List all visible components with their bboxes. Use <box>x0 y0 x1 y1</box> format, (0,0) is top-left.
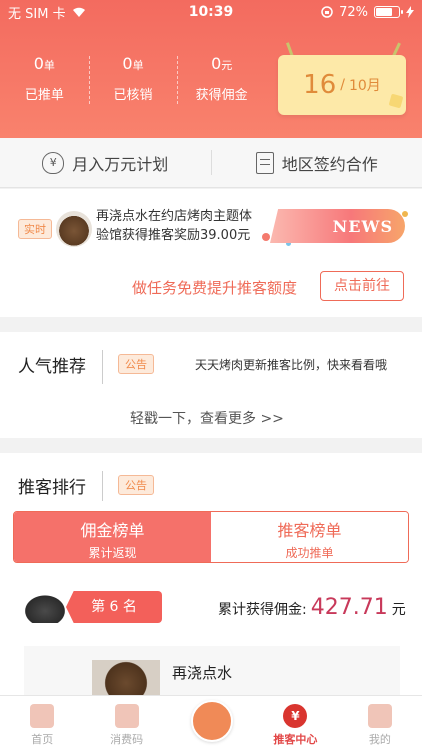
stat-unit: 单 <box>132 59 144 72</box>
earn-label: 累计获得佣金: <box>218 602 307 618</box>
earn-unit: 元 <box>391 602 406 618</box>
stat-commission[interactable]: 0元 获得佣金 <box>177 50 266 110</box>
tab-label: 消费码 <box>110 733 144 746</box>
user-name: 再浇点水 <box>172 664 233 682</box>
stat-pushed[interactable]: 0单 已推单 <box>0 50 89 110</box>
user-avatar <box>56 211 92 247</box>
stat-verified[interactable]: 0单 已核销 <box>88 50 178 110</box>
status-bar: 无 SIM 卡 10:39 72% <box>0 0 422 24</box>
decor-dot <box>262 233 270 241</box>
news-banner-text: NEWS <box>332 216 393 236</box>
tab-home[interactable]: 首页 <box>0 696 84 750</box>
battery-percent: 72% <box>339 4 368 20</box>
stat-unit: 单 <box>43 59 55 72</box>
stats-row: 0单 已推单 0单 已核销 0元 获得佣金 <box>0 50 266 110</box>
earn-amount: 427.71 <box>310 595 388 620</box>
carrier-label: 无 SIM 卡 <box>8 6 66 22</box>
tab-label: 首页 <box>31 733 54 746</box>
stat-label: 获得佣金 <box>195 88 248 103</box>
realtime-tag: 实时 <box>18 219 52 239</box>
wifi-icon <box>72 7 85 17</box>
date-separator: / <box>340 77 345 93</box>
decor-dot <box>402 211 408 217</box>
header-banner: 无 SIM 卡 10:39 72% 0单 已推单 0单 已核销 0元 获得佣金 … <box>0 0 422 138</box>
charging-icon <box>406 6 414 18</box>
date-month: 10月 <box>348 78 381 94</box>
tab-title: 佣金榜单 <box>80 521 145 540</box>
regional-contract-link[interactable]: 地区签约合作 <box>212 138 422 187</box>
monthly-plan-label: 月入万元计划 <box>72 154 169 174</box>
home-icon <box>30 704 55 728</box>
news-text[interactable]: 再浇点水在约店烤肉主题体验馆获得推客奖励39.00元 <box>96 207 256 245</box>
total-earnings: 累计获得佣金: 427.71 元 <box>218 595 406 620</box>
tab-subtitle: 累计返现 <box>88 546 137 560</box>
document-icon <box>255 151 274 174</box>
tab-label: 我的 <box>368 733 391 746</box>
rank-badge: 第 6 名 <box>66 591 162 623</box>
stat-label: 已推单 <box>24 88 64 103</box>
stat-value: 0 <box>33 54 44 73</box>
ranking-title: 推客排行 <box>18 478 86 498</box>
my-rank-row: 第 6 名 累计获得佣金: 427.71 元 <box>0 587 422 627</box>
tab-commission[interactable]: 佣金榜单 累计返现 <box>14 512 211 562</box>
monthly-plan-link[interactable]: ¥ 月入万元计划 <box>0 138 211 187</box>
popular-title: 人气推荐 <box>18 357 86 377</box>
battery-icon <box>374 6 403 18</box>
tab-pusher[interactable]: 推客榜单 成功推单 <box>211 512 408 562</box>
clock: 10:39 <box>188 4 234 20</box>
stat-value: 0 <box>122 54 133 73</box>
go-button[interactable]: 点击前往 <box>320 271 404 301</box>
notice-tag: 公告 <box>118 475 154 495</box>
stat-unit: 元 <box>221 59 233 72</box>
tab-consume-code[interactable]: 消费码 <box>84 696 168 750</box>
popular-section: 人气推荐 公告 天天烤肉更新推客比例，快来看看哦 轻戳一下，查看更多 >> <box>0 332 422 438</box>
news-banner: NEWS <box>270 209 405 243</box>
view-more-link[interactable]: 轻戳一下，查看更多 >> <box>130 408 284 428</box>
money-bag-icon: ¥ <box>42 151 65 174</box>
divider <box>102 350 103 384</box>
center-action-button[interactable] <box>191 700 233 742</box>
rotation-lock-icon <box>321 6 333 18</box>
divider <box>102 471 103 501</box>
regional-contract-label: 地区签约合作 <box>281 154 378 174</box>
stat-value: 0 <box>211 54 222 73</box>
task-promo-text: 做任务免费提升推客额度 <box>132 279 298 297</box>
tortoise-icon <box>22 593 68 623</box>
notice-text[interactable]: 天天烤肉更新推客比例，快来看看哦 <box>195 356 387 373</box>
date-badge: 16 / 10月 <box>278 55 406 115</box>
ranking-tabs: 佣金榜单 累计返现 推客榜单 成功推单 <box>13 511 409 563</box>
tab-subtitle: 成功推单 <box>285 546 334 560</box>
tab-mine[interactable]: 我的 <box>338 696 422 750</box>
date-day: 16 <box>303 70 337 100</box>
yuan-icon: ¥ <box>283 704 308 728</box>
coupon-icon <box>114 704 139 728</box>
stat-label: 已核销 <box>113 88 153 103</box>
tab-title: 推客榜单 <box>277 521 342 540</box>
news-card: 实时 再浇点水在约店烤肉主题体验馆获得推客奖励39.00元 NEWS 做任务免费… <box>0 189 422 317</box>
profile-icon <box>367 704 392 728</box>
plan-bar: ¥ 月入万元计划 地区签约合作 <box>0 138 422 188</box>
tab-pusher-center[interactable]: ¥ 推客中心 <box>253 696 337 750</box>
tab-label: 推客中心 <box>273 733 318 746</box>
notice-tag: 公告 <box>118 354 154 374</box>
